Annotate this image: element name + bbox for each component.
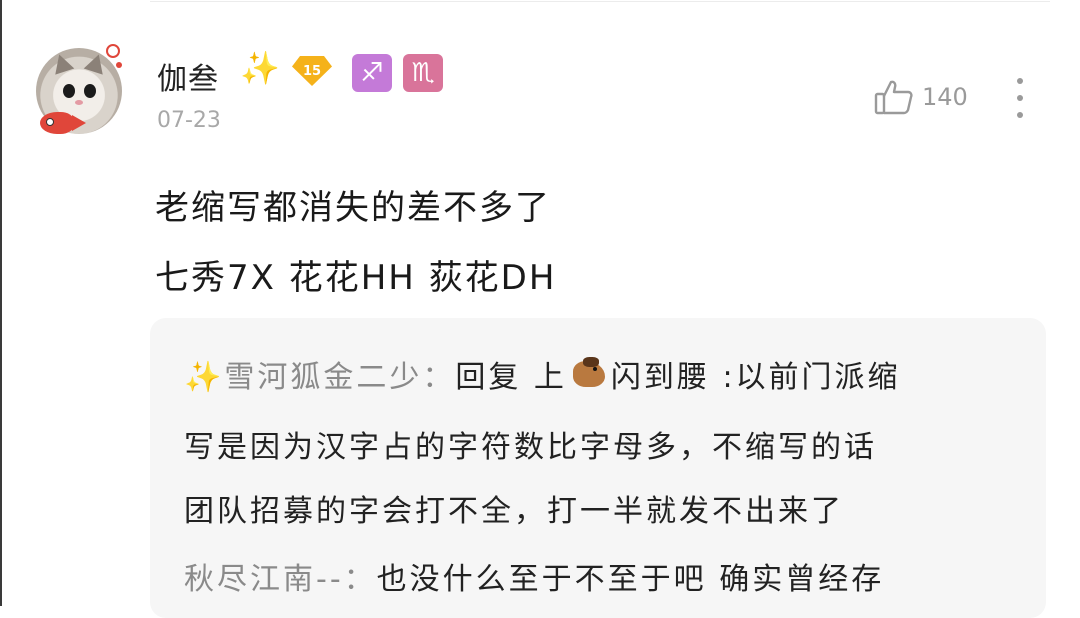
like-button[interactable]: 140 — [872, 75, 968, 119]
top-divider — [150, 1, 1050, 2]
cat-nose — [75, 100, 83, 105]
avatar-frame-dot — [116, 62, 122, 68]
cat-ear-left — [49, 51, 75, 75]
reply-text: 回复 上 — [455, 360, 567, 395]
like-count: 140 — [922, 83, 968, 111]
window-edge — [0, 0, 2, 606]
reply-1-line-3: 团队招募的字会打不全，打一半就发不出来了 — [184, 494, 844, 529]
avatar-frame-ring — [106, 44, 120, 58]
reply-text: 闪到腰 :以前门派缩 — [610, 360, 901, 395]
more-vertical-icon[interactable] — [1014, 78, 1026, 118]
sagittarius-badge-icon: ♐ — [352, 54, 392, 92]
cat-eye-left — [63, 84, 75, 98]
thumbs-up-icon — [874, 80, 913, 115]
level-badge: 15 — [292, 56, 332, 86]
scorpio-badge-icon: ♏ — [403, 54, 443, 92]
reply-author[interactable]: 秋尽江南--： — [184, 562, 377, 597]
sparkle-icon: ✨ — [240, 49, 280, 87]
avatar[interactable] — [36, 44, 126, 144]
reply-preview-box[interactable]: ✨雪河狐金二少：回复 上 闪到腰 :以前门派缩 写是因为汉字占的字符数比字母多，不… — [150, 318, 1046, 618]
sparkle-icon: ✨ — [184, 360, 225, 395]
reply-text: 也没什么至于不至于吧 确实曾经存 — [376, 562, 885, 597]
reply-1-line-1: ✨雪河狐金二少：回复 上 闪到腰 :以前门派缩 — [184, 352, 901, 396]
reply-author[interactable]: 雪河狐金二少： — [224, 360, 455, 395]
comment-text-line-1: 老缩写都消失的差不多了 — [155, 188, 551, 228]
cat-ear-right — [83, 51, 109, 75]
koi-fish-icon — [40, 112, 86, 134]
reply-1-line-2: 写是因为汉字占的字符数比字母多，不缩写的话 — [184, 430, 877, 465]
comment-text-line-2: 七秀7X 花花HH 荻花DH — [155, 258, 557, 298]
post-date: 07-23 — [157, 108, 221, 133]
reply-2-line-1: 秋尽江南--：也没什么至于不至于吧 确实曾经存 — [184, 554, 884, 598]
cat-eye-right — [84, 84, 96, 98]
horse-emoji-icon — [567, 357, 611, 391]
username[interactable]: 伽叁 — [157, 54, 219, 98]
